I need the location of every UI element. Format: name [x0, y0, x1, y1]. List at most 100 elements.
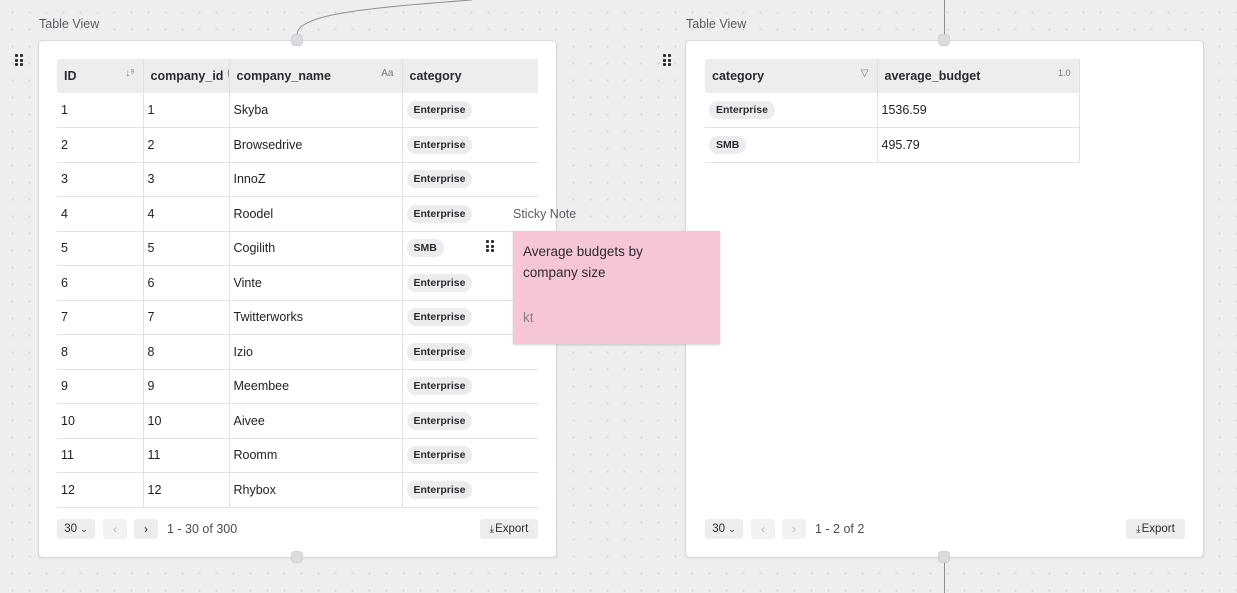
cell-average-budget[interactable]: 495.79: [877, 127, 1080, 163]
table-row[interactable]: 11 11 Roomm Enterprise: [57, 438, 538, 473]
category-badge: SMB: [406, 239, 444, 258]
cell-id[interactable]: 1: [57, 93, 144, 128]
sticky-note[interactable]: Average budgets by company size kt: [513, 231, 720, 344]
cell-category[interactable]: Enterprise: [402, 438, 538, 473]
left-node-input-port[interactable]: [291, 34, 303, 46]
left-table-node[interactable]: ID ↓⁹ company_id( company_name Aa category…: [38, 40, 557, 558]
cell-company-name[interactable]: Twitterworks: [229, 300, 403, 335]
prev-page-button[interactable]: ‹: [751, 519, 775, 539]
cell-company-name[interactable]: Vinte: [229, 265, 403, 301]
cell-id[interactable]: 4: [57, 196, 144, 232]
table-row[interactable]: 12 12 Rhybox Enterprise: [57, 472, 538, 508]
cell-company-name[interactable]: Roodel: [229, 196, 403, 232]
right-node-output-port[interactable]: [938, 551, 950, 563]
table-row[interactable]: 5 5 Cogilith SMB: [57, 231, 538, 266]
sticky-note-label: Sticky Note: [513, 207, 577, 221]
cell-category[interactable]: Enterprise: [402, 93, 538, 128]
cell-company-name[interactable]: Cogilith: [229, 231, 403, 266]
sticky-note-text[interactable]: Average budgets by company size: [523, 241, 673, 283]
pagination-range: 1 - 30 of 300: [167, 522, 238, 536]
next-page-button[interactable]: ›: [134, 519, 158, 539]
cell-company-id[interactable]: 2: [143, 127, 230, 163]
cell-id[interactable]: 7: [57, 300, 144, 335]
cell-id[interactable]: 9: [57, 369, 144, 404]
sort-numeric-icon[interactable]: ↓⁹: [125, 68, 134, 79]
category-badge: Enterprise: [406, 308, 473, 327]
cell-company-id[interactable]: 4: [143, 196, 230, 232]
column-header-id[interactable]: ID ↓⁹: [57, 59, 144, 93]
table-row[interactable]: Enterprise 1536.59: [705, 93, 1080, 128]
table-row[interactable]: 4 4 Roodel Enterprise: [57, 196, 538, 232]
cell-average-budget[interactable]: 1536.59: [877, 93, 1080, 128]
cell-id[interactable]: 2: [57, 127, 144, 163]
sticky-note-drag-handle-icon[interactable]: [486, 239, 496, 253]
prev-page-button[interactable]: ‹: [103, 519, 127, 539]
cell-category[interactable]: Enterprise: [402, 162, 538, 197]
cell-company-id[interactable]: 1: [143, 93, 230, 128]
cell-company-name[interactable]: Rhybox: [229, 472, 403, 508]
cell-company-name[interactable]: Aivee: [229, 403, 403, 439]
cell-company-name[interactable]: Browsedrive: [229, 127, 403, 163]
chevron-down-icon: ⌄: [80, 523, 88, 534]
cell-company-id[interactable]: 10: [143, 403, 230, 439]
left-node-output-port[interactable]: [291, 551, 303, 563]
cell-id[interactable]: 8: [57, 334, 144, 370]
cell-id[interactable]: 6: [57, 265, 144, 301]
cell-company-id[interactable]: 7: [143, 300, 230, 335]
right-node-input-port[interactable]: [938, 34, 950, 46]
cell-id[interactable]: 5: [57, 231, 144, 266]
cell-category[interactable]: Enterprise: [402, 472, 538, 508]
page-size-select[interactable]: 30 ⌄: [57, 519, 95, 539]
table-row[interactable]: 3 3 InnoZ Enterprise: [57, 162, 538, 197]
column-header-company-id[interactable]: company_id(: [143, 59, 230, 93]
cell-company-name[interactable]: Skyba: [229, 93, 403, 128]
cell-company-id[interactable]: 11: [143, 438, 230, 473]
right-node-drag-handle-icon[interactable]: [663, 53, 673, 67]
cell-company-id[interactable]: 6: [143, 265, 230, 301]
export-button[interactable]: ⤓ Export: [480, 519, 538, 539]
column-header-category[interactable]: category ▽: [705, 59, 878, 93]
cell-company-id[interactable]: 8: [143, 334, 230, 370]
cell-company-id[interactable]: 5: [143, 231, 230, 266]
export-button[interactable]: ⤓ Export: [1126, 519, 1185, 539]
table-row[interactable]: SMB 495.79: [705, 127, 1080, 163]
text-type-icon: Aa: [381, 68, 394, 79]
table-row[interactable]: 7 7 Twitterworks Enterprise: [57, 300, 538, 335]
page-size-select[interactable]: 30 ⌄: [705, 519, 743, 539]
cell-category[interactable]: SMB: [705, 127, 878, 163]
cell-company-name[interactable]: Izio: [229, 334, 403, 370]
table-row[interactable]: 10 10 Aivee Enterprise: [57, 403, 538, 439]
edge-left-input: [296, 0, 473, 36]
cell-category[interactable]: Enterprise: [402, 127, 538, 163]
category-badge: Enterprise: [406, 170, 473, 189]
cell-category[interactable]: Enterprise: [402, 403, 538, 439]
filter-icon[interactable]: ▽: [861, 68, 869, 79]
next-page-button[interactable]: ›: [782, 519, 806, 539]
cell-category[interactable]: Enterprise: [705, 93, 878, 128]
table-row[interactable]: 2 2 Browsedrive Enterprise: [57, 127, 538, 163]
table-row[interactable]: 6 6 Vinte Enterprise: [57, 265, 538, 301]
chevron-right-icon: ›: [792, 522, 796, 536]
table-row[interactable]: 8 8 Izio Enterprise: [57, 334, 538, 370]
cell-category[interactable]: Enterprise: [402, 369, 538, 404]
table-row[interactable]: 9 9 Meembee Enterprise: [57, 369, 538, 404]
cell-company-id[interactable]: 9: [143, 369, 230, 404]
left-pagination: 30 ⌄ ‹ › 1 - 30 of 300: [57, 519, 237, 539]
cell-company-name[interactable]: InnoZ: [229, 162, 403, 197]
column-header-company-name[interactable]: company_name Aa: [229, 59, 403, 93]
cell-company-id[interactable]: 12: [143, 472, 230, 508]
cell-company-id[interactable]: 3: [143, 162, 230, 197]
right-table-node[interactable]: category ▽ average_budget 1.0 Enterprise 15…: [685, 40, 1204, 558]
cell-id[interactable]: 10: [57, 403, 144, 439]
cell-company-name[interactable]: Roomm: [229, 438, 403, 473]
cell-company-name[interactable]: Meembee: [229, 369, 403, 404]
column-header-category[interactable]: category: [402, 59, 538, 93]
table-row[interactable]: 1 1 Skyba Enterprise: [57, 93, 538, 128]
column-header-average-budget[interactable]: average_budget 1.0: [877, 59, 1080, 93]
cell-id[interactable]: 3: [57, 162, 144, 197]
download-icon: ⤓: [1136, 523, 1141, 535]
left-node-drag-handle-icon[interactable]: [15, 53, 25, 67]
cell-id[interactable]: 12: [57, 472, 144, 508]
pagination-range: 1 - 2 of 2: [815, 522, 865, 536]
cell-id[interactable]: 11: [57, 438, 144, 473]
